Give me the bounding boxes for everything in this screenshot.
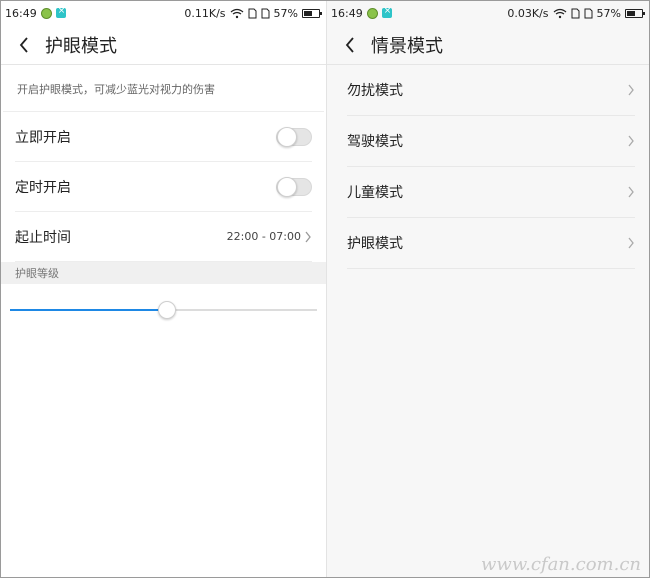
network-speed: 0.03K/s (507, 6, 549, 20)
back-button[interactable] (11, 25, 37, 65)
setting-row-scheduled: 定时开启 (15, 162, 312, 212)
row-label: 定时开启 (15, 179, 71, 196)
page-title: 情景模式 (371, 35, 443, 57)
watermark: www.cfan.com.cn (481, 554, 641, 575)
app-bar: 护眼模式 (1, 25, 326, 65)
sim-card-icon (571, 8, 580, 19)
list-item-label: 护眼模式 (347, 236, 403, 252)
sim-card-icon (584, 8, 593, 19)
back-button[interactable] (337, 25, 363, 65)
chevron-right-icon (627, 236, 635, 250)
app-notification-icon (55, 6, 66, 18)
chevron-right-icon (627, 83, 635, 97)
chevron-right-icon (305, 231, 311, 242)
sim-card-icon (248, 8, 257, 19)
chevron-right-icon (627, 134, 635, 148)
section-header: 护眼等级 (1, 262, 326, 284)
status-time: 16:49 (331, 6, 363, 20)
setting-row-enable-now: 立即开启 (15, 112, 312, 162)
battery-percent: 57% (596, 6, 621, 20)
wifi-icon (553, 8, 567, 19)
network-speed: 0.11K/s (184, 6, 226, 20)
scene-mode-screen: 16:49 0.03K/s 57% (327, 1, 649, 577)
app-notification-icon (381, 6, 392, 18)
chevron-left-icon (345, 36, 354, 53)
time-range-value: 22:00 - 07:00 (226, 230, 301, 243)
battery-icon (302, 8, 322, 18)
enable-now-toggle[interactable] (276, 126, 312, 147)
chevron-left-icon (19, 36, 28, 53)
battery-icon (625, 8, 645, 18)
status-time: 16:49 (5, 6, 37, 20)
list-item-label: 儿童模式 (347, 185, 403, 201)
eye-protection-level-slider[interactable] (10, 284, 317, 334)
description-text: 开启护眼模式，可减少蓝光对视力的伤害 (3, 65, 324, 112)
chevron-right-icon (627, 185, 635, 199)
app-notification-icon (40, 7, 52, 19)
list-item-kids[interactable]: 儿童模式 (347, 167, 635, 218)
row-label: 立即开启 (15, 129, 71, 146)
list-item-label: 勿扰模式 (347, 83, 403, 99)
list-item-label: 驾驶模式 (347, 134, 403, 150)
screenshot-frame: 16:49 0.11K/s 57% (0, 0, 650, 578)
wifi-icon (230, 8, 244, 19)
scheduled-toggle[interactable] (276, 176, 312, 197)
list-item-eye-protection[interactable]: 护眼模式 (347, 218, 635, 269)
page-title: 护眼模式 (45, 35, 117, 57)
list-item-do-not-disturb[interactable]: 勿扰模式 (347, 65, 635, 116)
status-bar: 16:49 0.03K/s 57% (327, 1, 649, 25)
setting-row-time-range[interactable]: 起止时间 22:00 - 07:00 (15, 212, 312, 262)
list-item-driving[interactable]: 驾驶模式 (347, 116, 635, 167)
row-label: 起止时间 (15, 229, 71, 246)
status-bar: 16:49 0.11K/s 57% (1, 1, 326, 25)
battery-percent: 57% (273, 6, 298, 20)
eye-protection-screen: 16:49 0.11K/s 57% (1, 1, 326, 577)
slider-thumb[interactable] (157, 301, 176, 319)
sim-card-icon (261, 8, 270, 19)
app-bar: 情景模式 (327, 25, 649, 65)
slider-active-track (10, 309, 167, 311)
app-notification-icon (366, 7, 378, 19)
